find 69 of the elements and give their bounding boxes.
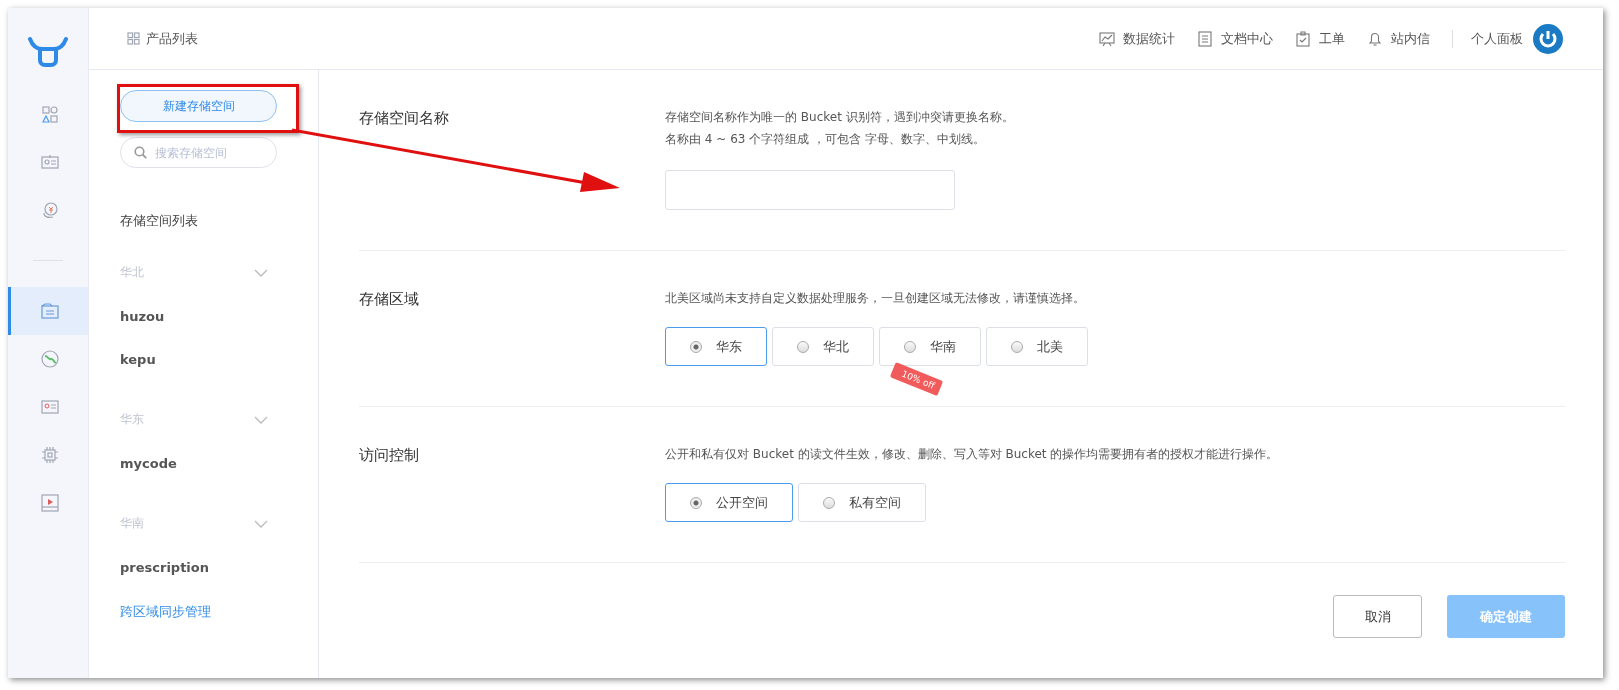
search-field[interactable]: 搜索存储空间 <box>120 137 277 168</box>
nav-link[interactable]: 站内信 <box>1367 29 1430 48</box>
bucket-item[interactable]: prescription <box>120 560 318 575</box>
grid-icon <box>127 32 140 45</box>
field-label: 访问控制 <box>359 446 419 464</box>
rail-icon <box>40 398 59 416</box>
radio-option[interactable]: 华北 <box>772 327 874 366</box>
nav-label: 工单 <box>1319 29 1345 48</box>
breadcrumb[interactable]: 产品列表 <box>146 29 198 48</box>
bell-icon <box>1367 30 1383 47</box>
chevron-down-icon[interactable] <box>254 415 268 424</box>
nav-link[interactable]: 数据统计 <box>1099 29 1175 48</box>
rail-icon <box>40 494 59 512</box>
bucket-item[interactable]: mycode <box>120 456 318 471</box>
cancel-button[interactable]: 取消 <box>1333 595 1422 638</box>
option-label: 华东 <box>716 337 742 356</box>
avatar[interactable] <box>1533 23 1563 54</box>
option-label: 华南 <box>930 337 956 356</box>
field-label: 存储空间名称 <box>359 109 449 127</box>
radio-dot <box>823 496 835 509</box>
radio-option[interactable]: 华南 <box>879 327 981 366</box>
rail-icon <box>40 105 59 123</box>
rail-icon <box>40 446 59 464</box>
sync-link[interactable]: 跨区域同步管理 <box>120 603 318 621</box>
bucket-item[interactable]: kepu <box>120 352 318 367</box>
region-heading: 华北 <box>120 264 144 281</box>
nav-label: 站内信 <box>1391 29 1430 48</box>
option-label: 北美 <box>1037 337 1063 356</box>
discount-tag: 10% off <box>889 362 943 396</box>
radio-option[interactable]: 华东 <box>665 327 767 366</box>
radio-dot <box>1011 340 1023 353</box>
rail-item[interactable] <box>8 287 88 335</box>
field-description: 名称由 4 ~ 63 个字符组成 ，可包含 字母、数字、中划线。 <box>665 131 986 148</box>
option-label: 华北 <box>823 337 849 356</box>
user-menu[interactable]: 个人面板 <box>1471 29 1523 48</box>
bucket-item[interactable]: huzou <box>120 309 318 324</box>
list-title: 存储空间列表 <box>120 212 199 230</box>
field-description: 存储空间名称作为唯一的 Bucket 识别符，遇到冲突请更换名称。 <box>665 109 1015 126</box>
radio-dot <box>690 340 702 353</box>
field-label: 存储区域 <box>359 290 419 308</box>
new-bucket-button[interactable]: 新建存储空间 <box>120 90 277 122</box>
field-description: 北美区域尚未支持自定义数据处理服务，一旦创建区域无法修改，请谨慎选择。 <box>665 290 1086 307</box>
field-description: 公开和私有仅对 Bucket 的读文件生效，修改、删除、写入等对 Bucket 的操作均需要拥有者的授权才能进行操作。 <box>665 446 1280 463</box>
radio-dot <box>904 340 916 353</box>
radio-dot <box>797 340 809 353</box>
document-icon <box>1197 30 1213 47</box>
rail-icon <box>40 201 59 219</box>
chart-icon <box>1099 30 1115 47</box>
nav-link[interactable]: 工单 <box>1295 29 1345 48</box>
logo-icon <box>28 36 68 68</box>
search-icon <box>134 146 147 159</box>
rail-icon <box>40 350 59 368</box>
clipboard-icon <box>1295 30 1311 47</box>
nav-label: 文档中心 <box>1221 29 1273 48</box>
input-field[interactable] <box>665 170 955 210</box>
option-label: 公开空间 <box>716 493 768 512</box>
radio-option[interactable]: 私有空间 <box>798 483 926 522</box>
option-label: 私有空间 <box>849 493 901 512</box>
rail-icon <box>40 302 59 320</box>
radio-option[interactable]: 公开空间 <box>665 483 793 522</box>
region-heading: 华南 <box>120 515 144 532</box>
rail-icon <box>40 153 59 171</box>
nav-label: 数据统计 <box>1123 29 1175 48</box>
nav-link[interactable]: 文档中心 <box>1197 29 1273 48</box>
radio-dot <box>690 496 702 509</box>
chevron-down-icon[interactable] <box>254 268 268 277</box>
radio-option[interactable]: 北美 <box>986 327 1088 366</box>
chevron-down-icon[interactable] <box>254 519 268 528</box>
region-heading: 华东 <box>120 411 144 428</box>
